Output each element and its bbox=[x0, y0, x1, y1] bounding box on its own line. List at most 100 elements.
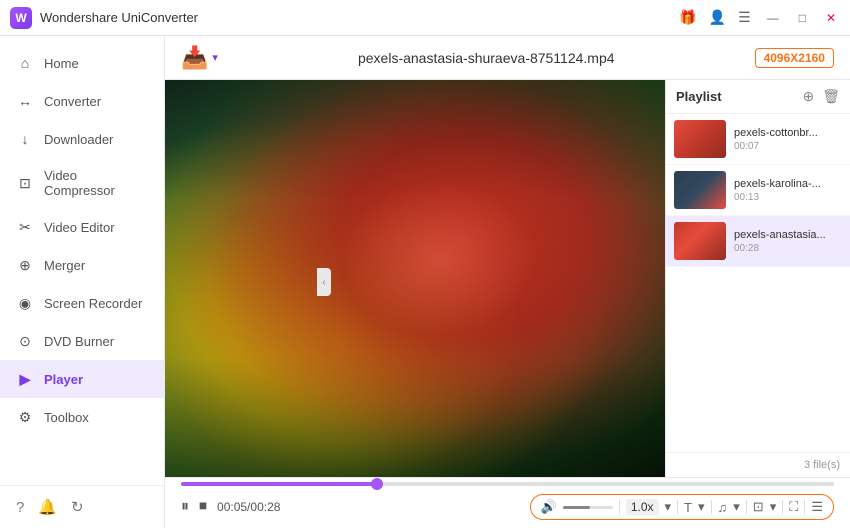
toolbox-icon: ⚙ bbox=[16, 408, 34, 426]
bell-icon[interactable]: 🔔 bbox=[38, 498, 57, 516]
controls-row: ⏸ ⏹ 00:05/00:28 🔊 1.0x ▾ T ▾ ♫ bbox=[165, 488, 850, 528]
dvd-icon: ⊙ bbox=[16, 332, 34, 350]
sidebar-item-downloader[interactable]: ↓ Downloader bbox=[0, 120, 164, 158]
divider-6 bbox=[804, 500, 805, 514]
playlist-item-2[interactable]: pexels-karolina-... 00:13 bbox=[666, 165, 850, 216]
playlist-thumb-3 bbox=[674, 222, 726, 260]
progress-thumb bbox=[371, 478, 383, 490]
add-icon: 📥 bbox=[181, 45, 208, 71]
playlist-title: Playlist bbox=[676, 89, 722, 104]
divider-2 bbox=[677, 500, 678, 514]
compressor-icon: ⊡ bbox=[16, 174, 34, 192]
speed-dropdown-icon[interactable]: ▾ bbox=[665, 499, 672, 515]
playlist-header: Playlist ⊕ 🗑 bbox=[666, 80, 850, 114]
resolution-badge: 4096X2160 bbox=[755, 48, 834, 68]
playlist-footer: 3 file(s) bbox=[666, 452, 850, 477]
playlist-item-duration-1: 00:07 bbox=[734, 141, 842, 152]
sidebar-label-player: Player bbox=[44, 372, 83, 387]
progress-track[interactable] bbox=[181, 482, 834, 486]
sidebar-item-toolbox[interactable]: ⚙ Toolbox bbox=[0, 398, 164, 436]
sidebar-label-toolbox: Toolbox bbox=[44, 410, 89, 425]
sidebar-item-video-compressor[interactable]: ⊡ Video Compressor bbox=[0, 158, 164, 208]
sidebar-nav: ⌂ Home ↔ Converter ↓ Downloader ⊡ Video … bbox=[0, 44, 164, 436]
add-file-button[interactable]: 📥 ▾ bbox=[181, 45, 218, 71]
user-icon[interactable]: 👤 bbox=[709, 9, 726, 26]
collapse-sidebar-button[interactable]: ‹ bbox=[317, 268, 331, 296]
close-button[interactable]: ✕ bbox=[822, 9, 840, 27]
app-title: Wondershare UniConverter bbox=[40, 10, 198, 25]
sidebar-item-merger[interactable]: ⊕ Merger bbox=[0, 246, 164, 284]
player-icon: ▶ bbox=[16, 370, 34, 388]
sidebar-item-dvd-burner[interactable]: ⊙ DVD Burner bbox=[0, 322, 164, 360]
controls-left: ⏸ ⏹ 00:05/00:28 bbox=[181, 498, 297, 516]
help-icon[interactable]: ? bbox=[16, 499, 24, 516]
text-overlay-button[interactable]: T bbox=[684, 500, 692, 515]
top-bar: 📥 ▾ pexels-anastasia-shuraeva-8751124.mp… bbox=[165, 36, 850, 80]
current-file-name: pexels-anastasia-shuraeva-8751124.mp4 bbox=[358, 50, 615, 66]
playlist-item-1[interactable]: pexels-cottonbr... 00:07 bbox=[666, 114, 850, 165]
maximize-button[interactable]: □ bbox=[795, 9, 810, 27]
sidebar-label-dvd: DVD Burner bbox=[44, 334, 114, 349]
playlist-item-duration-2: 00:13 bbox=[734, 192, 842, 203]
audio-button[interactable]: ♫ bbox=[718, 500, 728, 515]
converter-icon: ↔ bbox=[16, 92, 34, 110]
time-display: 00:05/00:28 bbox=[217, 500, 297, 514]
minimize-button[interactable]: — bbox=[763, 9, 783, 27]
app-logo: W bbox=[10, 7, 32, 29]
sidebar-item-player[interactable]: ▶ Player bbox=[0, 360, 164, 398]
add-dropdown-arrow: ▾ bbox=[212, 51, 218, 64]
controls-bar: ⏸ ⏹ 00:05/00:28 🔊 1.0x ▾ T ▾ ♫ bbox=[165, 477, 850, 528]
playlist-thumb-2 bbox=[674, 171, 726, 209]
controls-right: 🔊 1.0x ▾ T ▾ ♫ ▾ ⊡ ▾ bbox=[530, 494, 834, 520]
sidebar-label-compressor: Video Compressor bbox=[44, 168, 148, 198]
sidebar-label-editor: Video Editor bbox=[44, 220, 115, 235]
sidebar-bottom: ? 🔔 ↻ bbox=[0, 485, 164, 528]
playlist-item-duration-3: 00:28 bbox=[734, 243, 842, 254]
merger-icon: ⊕ bbox=[16, 256, 34, 274]
add-to-playlist-button[interactable]: ⊕ bbox=[802, 88, 814, 105]
sidebar-item-converter[interactable]: ↔ Converter bbox=[0, 82, 164, 120]
progress-fill bbox=[181, 482, 377, 486]
home-icon: ⌂ bbox=[16, 54, 34, 72]
playlist-toggle-button[interactable]: ☰ bbox=[811, 499, 823, 515]
divider-1 bbox=[619, 500, 620, 514]
pause-button[interactable]: ⏸ bbox=[181, 498, 189, 516]
playlist-item-3[interactable]: pexels-anastasia... 00:28 bbox=[666, 216, 850, 267]
audio-dropdown-icon[interactable]: ▾ bbox=[733, 499, 740, 515]
sidebar-label-home: Home bbox=[44, 56, 79, 71]
fullscreen-button[interactable]: ⛶ bbox=[789, 499, 798, 515]
refresh-icon[interactable]: ↻ bbox=[71, 498, 84, 516]
divider-3 bbox=[711, 500, 712, 514]
sidebar-label-merger: Merger bbox=[44, 258, 85, 273]
playlist-thumb-1 bbox=[674, 120, 726, 158]
video-frame bbox=[165, 80, 665, 477]
speed-badge[interactable]: 1.0x bbox=[626, 499, 659, 515]
video-player[interactable] bbox=[165, 80, 665, 477]
sidebar-item-video-editor[interactable]: ✂ Video Editor bbox=[0, 208, 164, 246]
logo-letter: W bbox=[15, 11, 26, 25]
video-content bbox=[165, 80, 665, 477]
content-area: ‹ 📥 ▾ pexels-anastasia-shuraeva-8751124.… bbox=[165, 36, 850, 528]
sidebar-item-home[interactable]: ⌂ Home bbox=[0, 44, 164, 82]
sidebar-label-recorder: Screen Recorder bbox=[44, 296, 142, 311]
volume-slider[interactable] bbox=[563, 506, 613, 509]
playlist-item-name-3: pexels-anastasia... bbox=[734, 229, 842, 241]
clear-playlist-button[interactable]: 🗑 bbox=[822, 88, 840, 105]
screenshot-button[interactable]: ⊡ bbox=[753, 499, 764, 515]
title-bar-left: W Wondershare UniConverter bbox=[10, 7, 198, 29]
gift-icon[interactable]: 🎁 bbox=[679, 9, 696, 26]
main-layout: ⌂ Home ↔ Converter ↓ Downloader ⊡ Video … bbox=[0, 36, 850, 528]
editor-icon: ✂ bbox=[16, 218, 34, 236]
file-count: 3 file(s) bbox=[804, 459, 840, 471]
menu-icon[interactable]: ☰ bbox=[738, 9, 751, 26]
title-bar-controls: 🎁 👤 ☰ — □ ✕ bbox=[679, 9, 840, 27]
screenshot-dropdown-icon[interactable]: ▾ bbox=[770, 499, 777, 515]
playlist-item-info-3: pexels-anastasia... 00:28 bbox=[734, 229, 842, 254]
volume-icon[interactable]: 🔊 bbox=[541, 499, 557, 515]
text-dropdown-icon[interactable]: ▾ bbox=[698, 499, 705, 515]
sidebar: ⌂ Home ↔ Converter ↓ Downloader ⊡ Video … bbox=[0, 36, 165, 528]
divider-4 bbox=[746, 500, 747, 514]
stop-button[interactable]: ⏹ bbox=[199, 498, 207, 516]
sidebar-item-screen-recorder[interactable]: ◉ Screen Recorder bbox=[0, 284, 164, 322]
volume-fill bbox=[563, 506, 591, 509]
